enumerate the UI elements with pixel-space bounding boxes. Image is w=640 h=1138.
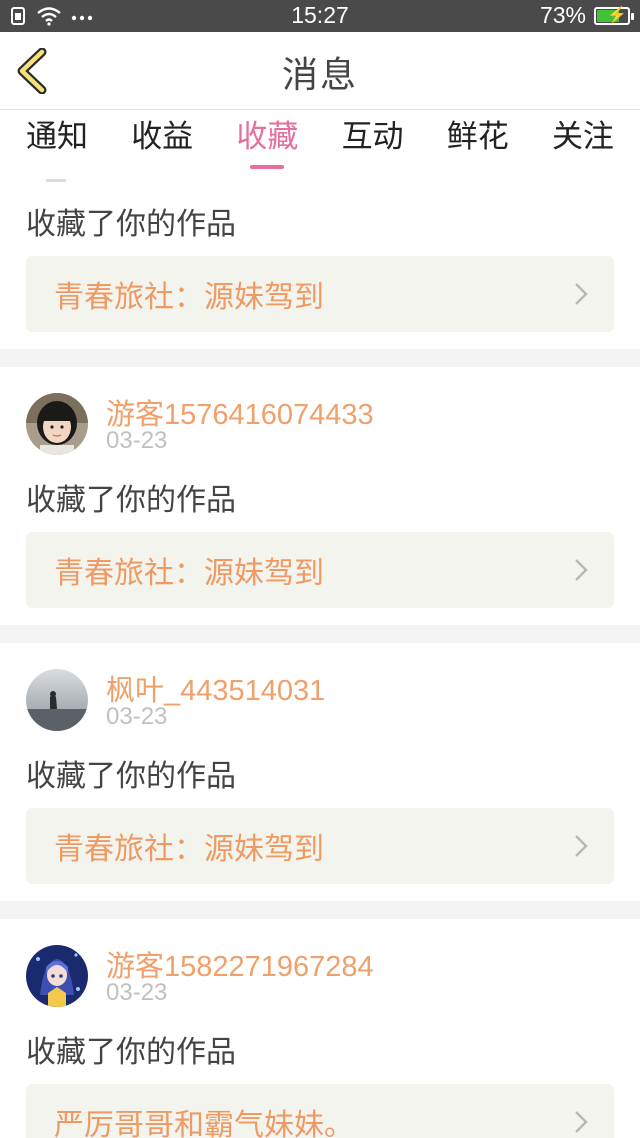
action-text: 收藏了你的作品 <box>26 759 236 794</box>
tab-label: 收藏 <box>236 119 299 155</box>
tab-earnings[interactable]: 收益 <box>131 111 193 179</box>
tab-notifications[interactable]: 通知 <box>26 111 88 179</box>
date-label: 03-23 <box>106 427 168 454</box>
tab-label: 关注 <box>551 119 614 155</box>
avatar[interactable] <box>26 393 88 455</box>
page-title: 消息 <box>281 55 358 96</box>
chevron-right-icon <box>575 835 588 857</box>
work-card[interactable]: 严厉哥哥和霸气妹妹。 <box>26 1084 614 1138</box>
chevron-right-icon <box>575 1111 588 1133</box>
work-title: 严厉哥哥和霸气妹妹。 <box>54 1108 354 1138</box>
battery-percent: 73% <box>539 2 586 28</box>
list-item: 游客1582271967284 03-23 收藏了你的作品 严厉哥哥和霸气妹妹。 <box>0 919 640 1138</box>
tab-follows[interactable]: 关注 <box>552 111 614 179</box>
tab-label: 通知 <box>26 119 88 155</box>
avatar-landscape-icon <box>26 669 88 731</box>
action-text: 收藏了你的作品 <box>26 483 236 518</box>
avatar-anime-icon <box>26 945 88 1007</box>
message-feed[interactable]: 收藏了你的作品 青春旅社：源妹驾到 游客1576416074433 03-23 … <box>0 179 640 1138</box>
chevron-right-icon <box>575 559 588 581</box>
list-item: 游客1576416074433 03-23 收藏了你的作品 青春旅社：源妹驾到 <box>0 367 640 625</box>
status-icons-right: 73% ⚡ <box>539 2 634 29</box>
work-card[interactable]: 青春旅社：源妹驾到 <box>26 808 614 884</box>
action-text: 收藏了你的作品 <box>26 1035 236 1070</box>
work-card[interactable]: 青春旅社：源妹驾到 <box>26 532 614 608</box>
tab-interactions[interactable]: 互动 <box>342 111 404 179</box>
status-bar: 15:27 73% ⚡ <box>0 0 640 32</box>
active-tab-indicator <box>250 165 285 169</box>
tab-label: 互动 <box>341 119 404 155</box>
battery-charging-icon: ⚡ <box>594 6 634 25</box>
tab-label: 鲜花 <box>446 119 509 155</box>
tab-favorites[interactable]: 收藏 <box>236 111 298 179</box>
date-label: 03-23 <box>106 703 168 730</box>
avatar-girl-icon <box>26 393 88 455</box>
date-label: 03-23 <box>106 979 168 1006</box>
avatar-fragment <box>46 179 66 182</box>
work-title: 青春旅社：源妹驾到 <box>54 832 324 867</box>
avatar[interactable] <box>26 945 88 1007</box>
list-item: 枫叶_443514031 03-23 收藏了你的作品 青春旅社：源妹驾到 <box>0 643 640 901</box>
work-title: 青春旅社：源妹驾到 <box>54 556 324 591</box>
tab-flowers[interactable]: 鲜花 <box>447 111 509 179</box>
work-card[interactable]: 青春旅社：源妹驾到 <box>26 256 614 332</box>
title-bar: 消息 <box>0 32 640 110</box>
tab-label: 收益 <box>131 119 194 155</box>
avatar[interactable] <box>26 669 88 731</box>
tab-bar: 通知 收益 收藏 互动 鲜花 关注 <box>0 111 640 179</box>
list-item: 收藏了你的作品 青春旅社：源妹驾到 <box>0 179 640 349</box>
work-title: 青春旅社：源妹驾到 <box>54 280 324 315</box>
bolt-icon: ⚡ <box>607 6 627 24</box>
chevron-right-icon <box>575 283 588 305</box>
action-text: 收藏了你的作品 <box>26 207 236 242</box>
